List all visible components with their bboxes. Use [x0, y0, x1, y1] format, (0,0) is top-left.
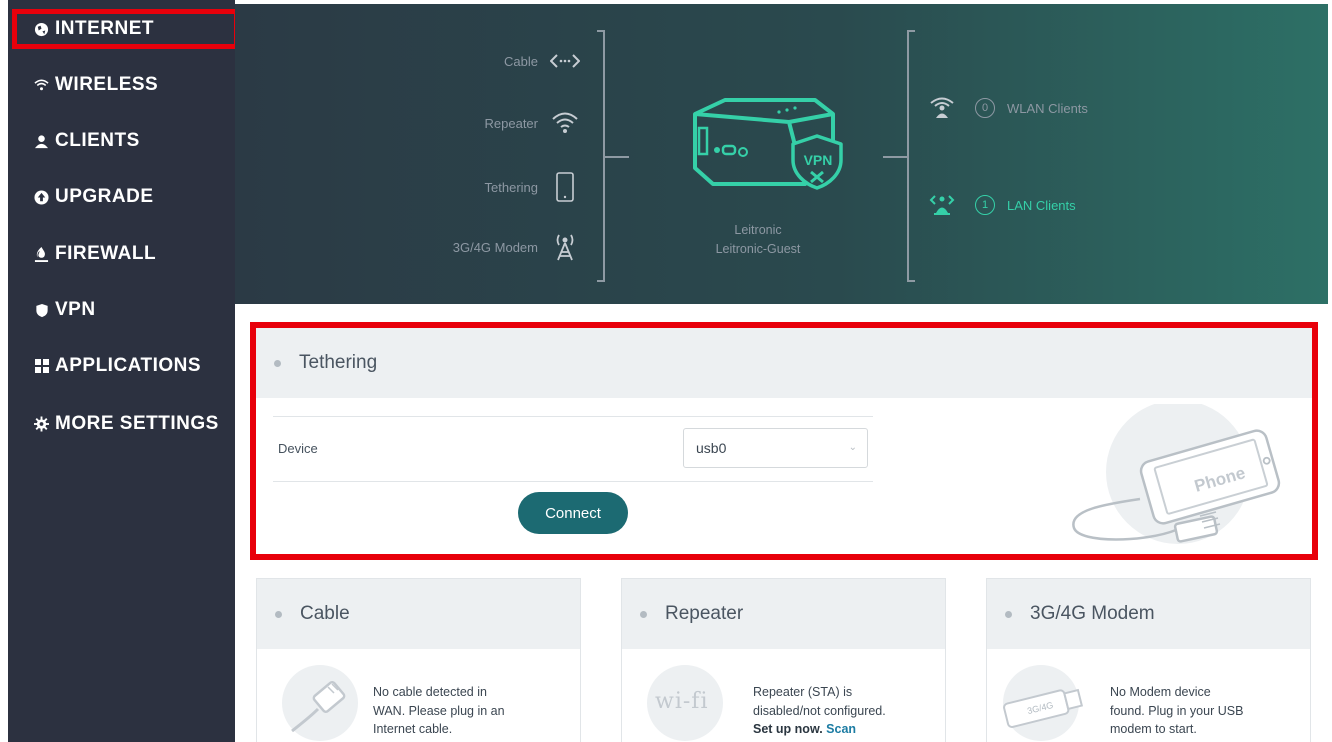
sidebar-item-wireless[interactable]: WIRELESS	[8, 65, 235, 105]
flame-icon	[34, 246, 49, 262]
router-icon: VPN	[687, 92, 843, 197]
tethering-panel-header: Tethering	[256, 328, 1312, 398]
upload-icon	[34, 189, 49, 205]
gear-icon	[34, 416, 49, 432]
sidebar-item-label: UPGRADE	[55, 186, 154, 207]
modem-card-text: No Modem device found. Plug in your USB …	[1110, 685, 1244, 736]
repeater-card: Repeater wi-fi Repeater (STA) is disable…	[621, 578, 946, 742]
device-select[interactable]: usb0 ⌄	[683, 428, 868, 468]
sidebar-item-applications[interactable]: APPLICATIONS	[8, 346, 235, 386]
modem-card-header: 3G/4G Modem	[987, 579, 1310, 649]
wlan-clients-count: 0	[975, 98, 995, 118]
device-row: Device usb0 ⌄	[273, 416, 873, 482]
cable-card-header: Cable	[257, 579, 580, 649]
wlan-clients-icon	[929, 96, 954, 120]
grid-icon	[34, 359, 49, 374]
antenna-icon	[553, 231, 577, 266]
sidebar-item-label: FIREWALL	[55, 243, 157, 264]
sidebar-item-label: INTERNET	[55, 18, 154, 39]
repeater-card-text: Repeater (STA) is disabled/not configure…	[753, 685, 886, 736]
wifi-icon	[551, 109, 579, 140]
sidebar-item-label: APPLICATIONS	[55, 355, 202, 376]
connect-button[interactable]: Connect	[518, 492, 628, 534]
usb-modem-icon: 3G/4G	[1003, 665, 1084, 741]
network-overview: Cable Repeater Tethering 3G/4G Modem VPN…	[235, 4, 1328, 304]
client-bracket	[907, 30, 915, 282]
setup-now-link[interactable]: Set up now.	[753, 722, 823, 736]
bullet-icon	[1005, 610, 1012, 618]
cable-card: Cable No cable detected in WAN. Please p…	[256, 578, 581, 742]
vpn-badge-label: VPN	[803, 152, 833, 168]
sidebar-item-label: CLIENTS	[55, 130, 140, 151]
chevron-down-icon: ⌄	[848, 442, 857, 453]
router-guest-name: Leitronic-Guest	[715, 242, 801, 256]
source-cable-label: Cable	[504, 54, 538, 69]
wifi-logo-icon: wi-fi	[647, 665, 723, 741]
sidebar-item-clients[interactable]: CLIENTS	[8, 121, 235, 161]
modem-card: 3G/4G Modem 3G/4G No Modem device found.…	[986, 578, 1311, 742]
sidebar-item-label: VPN	[55, 299, 96, 320]
phone-icon	[556, 172, 574, 207]
sidebar-item-firewall[interactable]: FIREWALL	[8, 234, 235, 274]
cable-card-text: No cable detected in WAN. Please plug in…	[373, 685, 505, 736]
source-modem-label: 3G/4G Modem	[452, 240, 538, 255]
repeater-card-header: Repeater	[622, 579, 945, 649]
lan-clients-icon	[929, 193, 955, 217]
lan-clients-count: 1	[975, 195, 995, 215]
sidebar-item-label: WIRELESS	[55, 74, 159, 95]
modem-card-title: 3G/4G Modem	[1030, 603, 1155, 624]
wifi-icon	[34, 78, 49, 93]
globe-icon	[34, 22, 49, 37]
bullet-icon	[275, 610, 282, 618]
wlan-clients-label: WLAN Clients	[1007, 100, 1088, 116]
sidebar: INTERNET WIRELESS CLIENTS UPGRADE FIREWA…	[8, 0, 239, 742]
tethering-title: Tethering	[299, 352, 378, 373]
shield-icon	[34, 303, 49, 318]
source-connector	[605, 156, 629, 158]
phone-illustration: Phone	[1066, 400, 1281, 554]
sidebar-item-vpn[interactable]: VPN	[8, 290, 235, 330]
source-tethering-label: Tethering	[484, 180, 538, 195]
tethering-panel: Tethering Device usb0 ⌄ Connect Phone	[250, 322, 1318, 560]
scan-link[interactable]: Scan	[826, 722, 856, 736]
device-label: Device	[278, 441, 318, 456]
cable-icon	[549, 53, 581, 74]
sidebar-item-upgrade[interactable]: UPGRADE	[8, 177, 235, 217]
lan-clients-label: LAN Clients	[1007, 197, 1076, 213]
user-icon	[34, 134, 49, 149]
bullet-icon	[274, 359, 281, 367]
bullet-icon	[640, 610, 647, 618]
lan-clients[interactable]: 1 LAN Clients	[929, 193, 1076, 217]
source-bracket	[597, 30, 605, 282]
sidebar-item-internet[interactable]: INTERNET	[12, 9, 239, 49]
client-connector	[883, 156, 907, 158]
repeater-card-title: Repeater	[665, 603, 744, 624]
sidebar-item-label: MORE SETTINGS	[55, 413, 219, 434]
router-name: Leitronic	[734, 223, 782, 237]
device-select-value: usb0	[696, 440, 727, 456]
sidebar-item-more-settings[interactable]: MORE SETTINGS	[8, 404, 235, 444]
cable-card-title: Cable	[300, 603, 350, 624]
wifi-logo-label: wi-fi	[655, 689, 709, 714]
wlan-clients[interactable]: 0 WLAN Clients	[929, 96, 1088, 120]
source-repeater-label: Repeater	[484, 116, 538, 131]
ethernet-plug-icon	[282, 665, 358, 741]
